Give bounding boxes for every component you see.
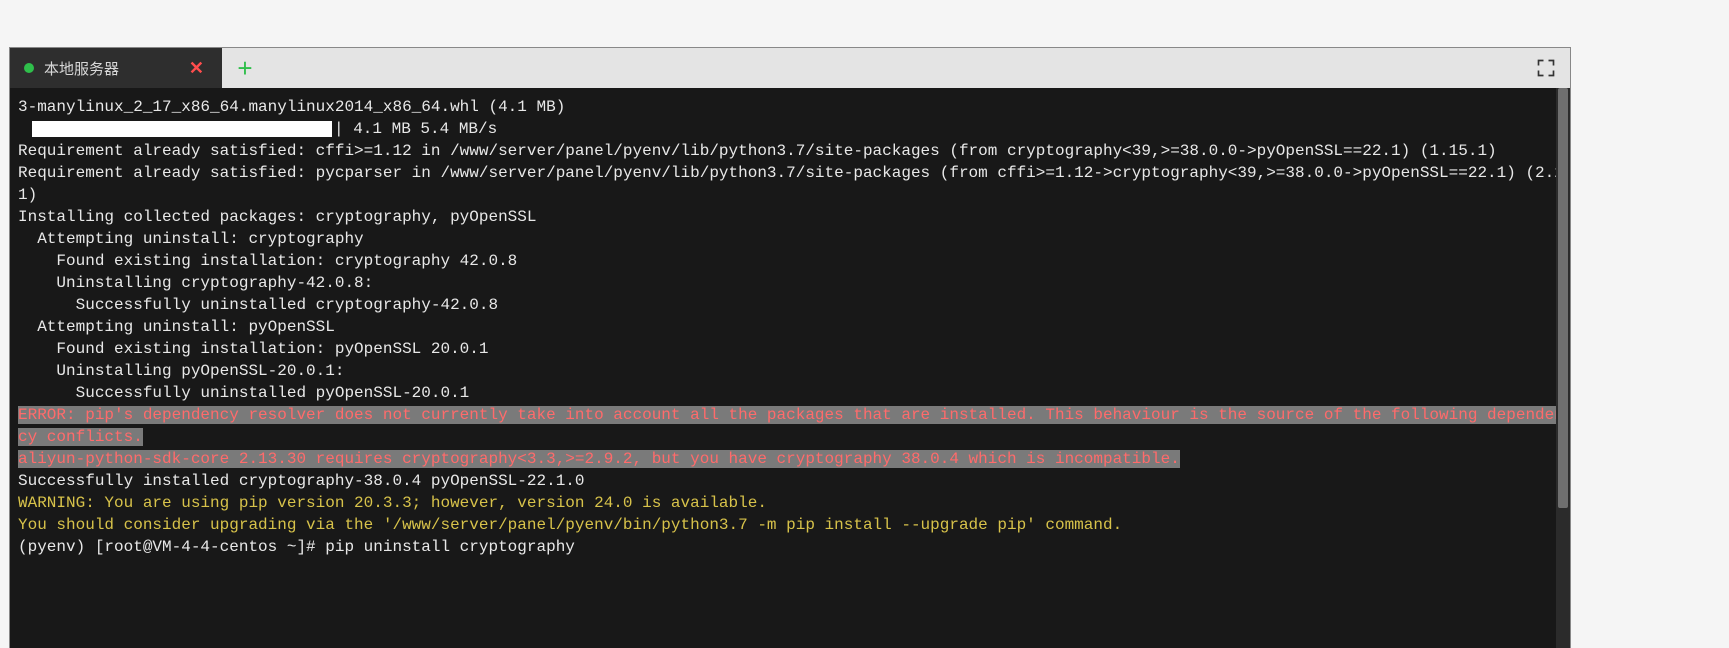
output-line: Requirement already satisfied: cffi>=1.1… <box>18 140 1564 162</box>
plus-icon: + <box>237 53 252 84</box>
output-line: Successfully uninstalled cryptography-42… <box>18 294 1564 316</box>
progress-text: | 4.1 MB 5.4 MB/s <box>334 118 497 140</box>
scrollbar-thumb[interactable] <box>1558 88 1568 508</box>
selected-error-text: aliyun-python-sdk-core 2.13.30 requires … <box>18 450 1180 468</box>
output-line: 3-manylinux_2_17_x86_64.manylinux2014_x8… <box>18 96 1564 118</box>
tab-title: 本地服务器 <box>44 58 175 79</box>
output-line: Uninstalling cryptography-42.0.8: <box>18 272 1564 294</box>
output-line: Requirement already satisfied: pycparser… <box>18 162 1564 206</box>
output-warning-line: WARNING: You are using pip version 20.3.… <box>18 492 1564 514</box>
output-error-line: ERROR: pip's dependency resolver does no… <box>18 404 1564 448</box>
output-line: Uninstalling pyOpenSSL-20.0.1: <box>18 360 1564 382</box>
terminal-output[interactable]: 3-manylinux_2_17_x86_64.manylinux2014_x8… <box>10 88 1570 648</box>
scrollbar-track[interactable] <box>1556 88 1570 648</box>
fullscreen-button[interactable] <box>1522 48 1570 88</box>
output-line: Successfully installed cryptography-38.0… <box>18 470 1564 492</box>
selected-error-text: ERROR: pip's dependency resolver does no… <box>18 406 1564 446</box>
close-icon[interactable]: ✕ <box>185 57 208 79</box>
output-line: | 4.1 MB 5.4 MB/s <box>18 118 1564 140</box>
output-line: Found existing installation: cryptograph… <box>18 250 1564 272</box>
output-line: Successfully uninstalled pyOpenSSL-20.0.… <box>18 382 1564 404</box>
progress-bar <box>32 121 332 137</box>
status-dot-icon <box>24 63 34 73</box>
output-line: Found existing installation: pyOpenSSL 2… <box>18 338 1564 360</box>
output-line: Attempting uninstall: cryptography <box>18 228 1564 250</box>
output-error-line: aliyun-python-sdk-core 2.13.30 requires … <box>18 448 1564 470</box>
tab-local-server[interactable]: 本地服务器 ✕ <box>10 48 222 88</box>
prompt-line[interactable]: (pyenv) [root@VM-4-4-centos ~]# pip unin… <box>18 536 1564 558</box>
output-line: Attempting uninstall: pyOpenSSL <box>18 316 1564 338</box>
output-warning-line: You should consider upgrading via the '/… <box>18 514 1564 536</box>
tab-bar: 本地服务器 ✕ + <box>10 48 1570 88</box>
fullscreen-icon <box>1536 58 1556 78</box>
output-line: Installing collected packages: cryptogra… <box>18 206 1564 228</box>
new-tab-button[interactable]: + <box>222 48 268 88</box>
tabbar-spacer <box>268 48 1522 88</box>
terminal-window: 本地服务器 ✕ + 3-manylinux_2_17_x86_64.manyli… <box>10 48 1570 648</box>
